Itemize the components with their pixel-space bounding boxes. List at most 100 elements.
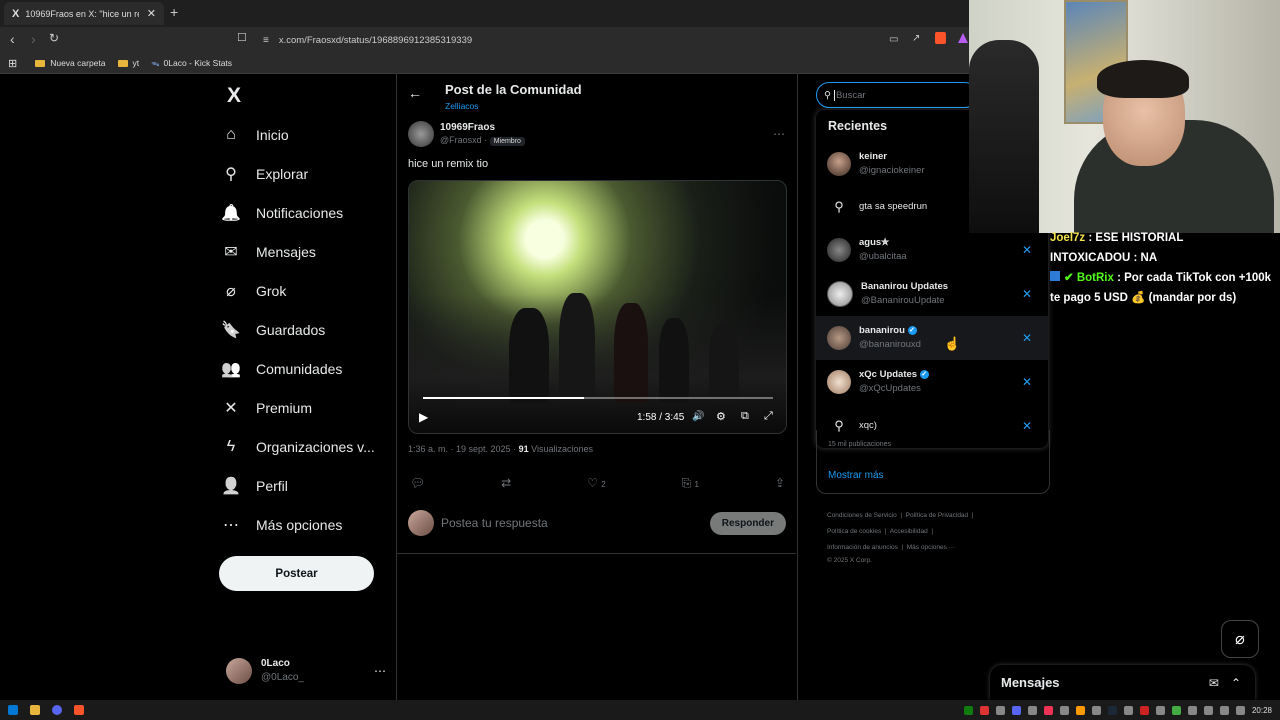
remove-recent-icon[interactable]: ✕ — [1022, 331, 1032, 345]
nav-item-guardados[interactable]: 🔖 Guardados — [220, 310, 395, 349]
messages-drawer[interactable]: Mensajes ✉ ⌃ — [990, 665, 1255, 700]
fullscreen-icon[interactable]: ⤢ — [764, 410, 773, 423]
x-home-logo[interactable]: X — [227, 84, 241, 108]
steam-tray-icon[interactable] — [1107, 705, 1117, 715]
bookmark-kick-stats[interactable]: ᯓ 0Laco - Kick Stats — [151, 58, 232, 69]
nav-item-premium[interactable]: ✕ Premium — [220, 388, 395, 427]
recent-item-bananirou[interactable]: bananirou ✓ @bananirouxd ✕ — [816, 316, 1048, 360]
tray-app-icon[interactable] — [1059, 705, 1069, 715]
tray-app-icon[interactable] — [1091, 705, 1101, 715]
tray-app-icon[interactable] — [1027, 705, 1037, 715]
windows-start-icon[interactable] — [8, 705, 18, 715]
reply-button[interactable]: Responder — [709, 511, 786, 535]
search-input[interactable]: ⚲ Buscar — [816, 82, 978, 108]
show-more-link[interactable]: Mostrar más — [828, 470, 884, 481]
author-avatar[interactable] — [408, 121, 434, 147]
video-progress-fill — [423, 397, 584, 399]
footer-link-accessibility[interactable]: Accesibilidad — [890, 528, 928, 535]
picture-in-picture-icon[interactable]: ⧉ — [741, 410, 749, 423]
battery-icon[interactable] — [1235, 705, 1245, 715]
tray-app-icon[interactable] — [1075, 705, 1085, 715]
author-handle[interactable]: @Fraosxd — [440, 135, 482, 145]
volume-tray-icon[interactable] — [1203, 705, 1213, 715]
settings-gear-icon[interactable]: ⚙ — [716, 410, 726, 423]
repost-icon[interactable]: ⇄ — [501, 476, 511, 490]
community-link[interactable]: Zelliacos — [445, 98, 582, 114]
messages-drawer-title: Mensajes — [1001, 675, 1060, 690]
bookmark-page-icon[interactable]: ☐ — [237, 31, 247, 44]
new-tab-button[interactable]: + — [170, 4, 178, 20]
recent-item-agus[interactable]: agus✮ @ubalcitaa ✕ — [816, 228, 1048, 272]
share-icon[interactable]: ⇪ — [775, 476, 785, 490]
nav-item-notificaciones[interactable]: 🔔 Notificaciones — [220, 193, 395, 232]
reply-input[interactable]: Postea tu respuesta — [441, 516, 548, 530]
recent-item-bananirou-updates[interactable]: Bananirou Updates @BananirouUpdate ✕ — [816, 272, 1048, 316]
grok-floating-button[interactable]: ⌀ — [1221, 620, 1259, 658]
account-switcher[interactable]: 0Laco @0Laco_ ⋯ — [226, 655, 386, 687]
new-message-icon[interactable]: ✉ — [1209, 676, 1219, 690]
nav-item-inicio[interactable]: ⌂ Inicio — [220, 115, 395, 154]
footer-link-terms[interactable]: Condiciones de Servicio — [827, 512, 897, 519]
xbox-tray-icon[interactable] — [963, 705, 973, 715]
reload-icon[interactable]: ↻ — [49, 31, 59, 45]
grok-icon: ⌀ — [1235, 631, 1245, 648]
nav-item-explorar[interactable]: ⚲ Explorar — [220, 154, 395, 193]
apps-grid-icon[interactable]: ⊞ — [8, 57, 17, 70]
file-explorer-icon[interactable] — [30, 705, 40, 715]
bookmark-action[interactable]: ⎘ 1 — [682, 476, 699, 491]
bookmark-folder-nueva-carpeta[interactable]: Nueva carpeta — [35, 58, 106, 68]
play-icon[interactable]: ▶ — [419, 410, 428, 424]
post-button[interactable]: Postear — [219, 556, 374, 591]
cast-icon[interactable]: ▭ — [889, 34, 898, 45]
nav-item-mensajes[interactable]: ✉ Mensajes — [220, 232, 395, 271]
like-action[interactable]: ♡ 2 — [587, 476, 606, 490]
expand-chevron-icon[interactable]: ⌃ — [1231, 676, 1241, 690]
back-icon[interactable]: ‹ — [10, 31, 15, 47]
lightning-icon: ϟ — [226, 437, 236, 455]
footer-link-privacy[interactable]: Política de Privacidad — [906, 512, 969, 519]
tray-app-icon[interactable] — [979, 705, 989, 715]
bookmark-folder-yt[interactable]: yt — [117, 58, 139, 68]
tray-app-icon[interactable] — [995, 705, 1005, 715]
tray-app-icon[interactable] — [1139, 705, 1149, 715]
account-more-icon[interactable]: ⋯ — [374, 664, 386, 678]
browser-tab[interactable]: X 10969Fraos en X: "hice un remix ✕ — [4, 2, 164, 25]
post-more-icon[interactable]: ⋯ — [773, 127, 785, 141]
nav-item-comunidades[interactable]: 👥 Comunidades — [220, 349, 395, 388]
video-progress-bar[interactable] — [423, 397, 773, 399]
remove-recent-icon[interactable]: ✕ — [1022, 287, 1032, 301]
nav-item-mas-opciones[interactable]: ⋯ Más opciones — [220, 505, 395, 544]
back-arrow-icon[interactable]: ← — [408, 85, 422, 101]
site-info-icon[interactable]: ≡ — [263, 35, 269, 46]
tray-app-icon[interactable] — [1123, 705, 1133, 715]
remove-recent-icon[interactable]: ✕ — [1022, 375, 1032, 389]
share-icon[interactable]: ↗ — [912, 33, 920, 44]
close-tab-icon[interactable]: ✕ — [147, 7, 156, 20]
tray-app-icon[interactable] — [1155, 705, 1165, 715]
brave-rewards-icon[interactable] — [958, 33, 968, 43]
recent-item-xqc-updates[interactable]: xQc Updates ✓ @xQcUpdates ✕ — [816, 360, 1048, 404]
tray-app-icon[interactable] — [1011, 705, 1021, 715]
home-icon: ⌂ — [226, 125, 236, 143]
post-text: hice un remix tio — [408, 158, 489, 170]
footer-link-more[interactable]: Más opciones ··· — [907, 544, 955, 551]
nav-item-perfil[interactable]: 👤 Perfil — [220, 466, 395, 505]
reply-icon[interactable]: 💬︎ — [410, 476, 425, 490]
video-player[interactable]: ▶ 1:58 / 3:45 🔊 ⚙ ⧉ ⤢ — [408, 180, 787, 434]
volume-icon[interactable]: 🔊 — [692, 411, 704, 422]
remove-recent-icon[interactable]: ✕ — [1022, 243, 1032, 257]
author-name[interactable]: 10969Fraos — [440, 121, 773, 134]
brave-shield-icon[interactable] — [935, 32, 946, 44]
tray-app-icon[interactable] — [1043, 705, 1053, 715]
footer-link-ads[interactable]: Información de anuncios — [827, 544, 898, 551]
microphone-icon[interactable] — [1219, 705, 1229, 715]
footer-link-cookies[interactable]: Política de cookies — [827, 528, 881, 535]
forward-icon[interactable]: › — [31, 31, 36, 47]
brave-browser-icon[interactable] — [74, 705, 84, 715]
url-field[interactable]: ≡ x.com/Fraosxd/status/19688969123853193… — [255, 31, 980, 49]
network-icon[interactable] — [1187, 705, 1197, 715]
nav-item-organizaciones[interactable]: ϟ Organizaciones v... — [220, 427, 395, 466]
discord-icon[interactable] — [52, 705, 62, 715]
tray-app-icon[interactable] — [1171, 705, 1181, 715]
nav-item-grok[interactable]: ⌀ Grok — [220, 271, 395, 310]
